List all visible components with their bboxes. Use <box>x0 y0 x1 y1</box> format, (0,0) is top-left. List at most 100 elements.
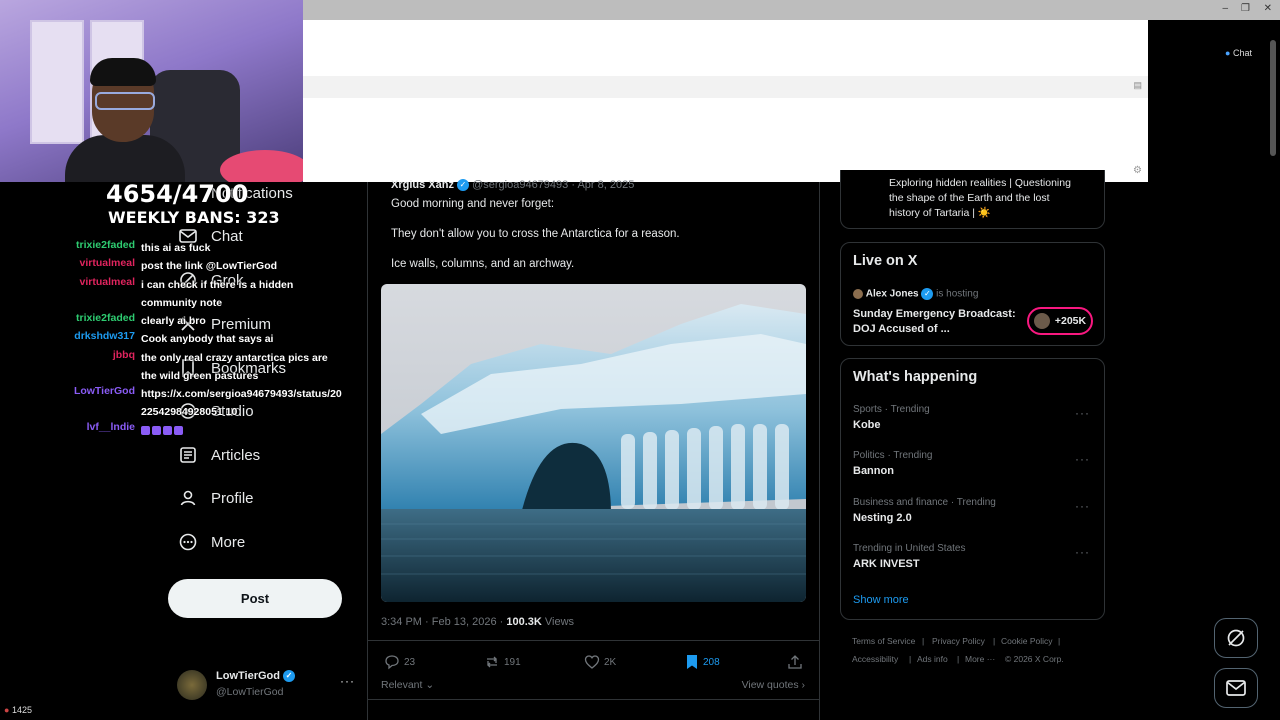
tweet-text-line: They don't allow you to cross the Antarc… <box>391 228 680 240</box>
live-host[interactable]: Alex Jones ✓ is hosting <box>853 288 978 300</box>
grok-fab-button[interactable] <box>1214 618 1258 658</box>
browser-popup-panel: ▤ ⚙ <box>303 20 1148 182</box>
divider <box>368 699 819 700</box>
sort-replies-dropdown[interactable]: Relevant ⌄ <box>381 679 434 691</box>
account-handle: @LowTierGod <box>216 686 284 698</box>
sort-label: Relevant <box>381 679 423 691</box>
bookmark-count: 208 <box>703 656 720 668</box>
stream-counter: 4654/4700 <box>106 180 249 208</box>
chevron-right-icon: › <box>798 679 805 691</box>
tweet-author-handle: @sergioa94679493 <box>472 179 569 191</box>
nav-profile-label: Profile <box>211 489 254 507</box>
trend-category: Sports · Trending <box>853 404 930 415</box>
nav-more-label: More <box>211 533 246 551</box>
footer-ads-link[interactable]: Ads info <box>917 654 948 664</box>
emote-icon <box>152 425 161 435</box>
reply-icon <box>385 655 399 670</box>
restore-icon[interactable]: ❐ <box>1241 3 1250 14</box>
trend-more-icon[interactable]: ··· <box>1075 452 1090 466</box>
views-count: 100.3K <box>506 616 542 628</box>
live-heading: Live on X <box>853 253 918 269</box>
quoted-author[interactable]: Xrgius Xanz ✓ @sergioa94679493 · Apr 8, … <box>391 179 634 192</box>
tweet-detail: Xrgius Xanz ✓ @sergioa94679493 · Apr 8, … <box>367 179 820 720</box>
live-listeners-pill[interactable]: +205K <box>1027 307 1093 335</box>
footer-more-link[interactable]: More ··· <box>965 654 995 664</box>
repost-count: 191 <box>504 656 521 668</box>
live-title[interactable]: Sunday Emergency Broadcast: DOJ Accused … <box>853 307 1018 337</box>
footer-accessibility-link[interactable]: Accessibility <box>852 654 898 664</box>
copilot-chat-button[interactable]: ● Chat <box>1225 48 1252 58</box>
nav-articles[interactable]: Articles <box>177 440 260 470</box>
trend-name[interactable]: Nesting 2.0 <box>853 512 912 524</box>
mail-icon <box>1226 680 1246 696</box>
trend-more-icon[interactable]: ··· <box>1075 545 1090 559</box>
like-button[interactable]: 2K <box>584 654 616 670</box>
account-more-icon[interactable]: ··· <box>340 674 355 688</box>
page-scrollbar[interactable] <box>1270 40 1276 156</box>
avatar <box>177 670 207 700</box>
chat-text: i can check if there is a hidden communi… <box>141 279 294 309</box>
view-quotes-link[interactable]: View quotes › <box>742 679 805 691</box>
nav-more[interactable]: More <box>177 527 245 557</box>
like-count: 2K <box>604 656 617 668</box>
listener-avatar <box>1033 313 1050 329</box>
close-icon[interactable]: ✕ <box>1264 3 1272 14</box>
tweet-media-image[interactable] <box>381 284 806 602</box>
live-hosting-label: is hosting <box>936 288 979 300</box>
whats-happening-panel: What's happening Sports · Trending Kobe … <box>840 358 1105 620</box>
chevron-down-icon: ⌄ <box>422 679 435 691</box>
trend-name[interactable]: Bannon <box>853 465 894 477</box>
post-button[interactable]: Post <box>168 579 342 618</box>
bookmark-filled-icon <box>687 655 697 669</box>
copilot-icon: ● <box>1225 48 1231 58</box>
messages-fab-button[interactable] <box>1214 668 1258 708</box>
reply-button[interactable]: 23 <box>384 654 415 670</box>
minimize-icon[interactable]: – <box>1222 3 1228 14</box>
account-switcher[interactable]: LowTierGod ✓ @LowTierGod ··· <box>177 668 367 704</box>
tweet-text-line: Good morning and never forget: <box>391 198 555 210</box>
settings-icon[interactable]: ⚙ <box>1133 165 1142 176</box>
streamer-hair <box>90 58 156 86</box>
chat-username: drkshdw317 <box>74 330 135 342</box>
heart-icon <box>584 655 600 669</box>
webcam-overlay <box>0 0 303 182</box>
repost-button[interactable]: 191 <box>484 654 521 670</box>
trend-name[interactable]: Kobe <box>853 419 881 431</box>
bookmark-button[interactable]: 208 <box>685 654 720 670</box>
chat-username: LowTierGod <box>73 385 135 397</box>
chat-emotes <box>141 421 346 439</box>
trend-category: Trending in United States <box>853 543 966 554</box>
viewer-icon: ● <box>4 705 10 715</box>
repost-icon <box>487 656 497 668</box>
nav-profile[interactable]: Profile <box>177 483 254 513</box>
share-button[interactable] <box>787 654 803 670</box>
views-label: Views <box>544 616 575 628</box>
copilot-chat-label: Chat <box>1232 48 1252 58</box>
trend-name[interactable]: ARK INVEST <box>853 558 920 570</box>
whats-happening-heading: What's happening <box>853 369 978 385</box>
trend-more-icon[interactable]: ··· <box>1075 499 1090 513</box>
viewer-count-value: 1425 <box>11 705 32 715</box>
chat-username: jbbq <box>112 349 135 361</box>
tweet-timestamp: 3:34 PM · Feb 13, 2026 · <box>381 616 504 628</box>
popup-band <box>303 76 1148 98</box>
glasses <box>95 92 155 110</box>
person-icon <box>177 487 199 509</box>
chat-text: post the link @LowTierGod <box>141 260 278 272</box>
listener-count: +205K <box>1054 315 1087 327</box>
footer-privacy-link[interactable]: Privacy Policy <box>932 636 985 646</box>
show-more-link[interactable]: Show more <box>853 594 909 606</box>
tweet-text-line: Ice walls, columns, and an archway. <box>391 258 575 270</box>
trend-more-icon[interactable]: ··· <box>1075 406 1090 420</box>
grok-icon <box>1227 629 1245 647</box>
live-host-name: Alex Jones <box>865 288 919 300</box>
live-on-x-panel: Live on X Alex Jones ✓ is hosting Sunday… <box>840 242 1105 346</box>
nav-articles-label: Articles <box>211 446 261 464</box>
panel-resize-icon[interactable]: ▤ <box>1133 80 1142 91</box>
article-icon <box>177 444 199 466</box>
share-icon <box>788 655 802 669</box>
account-name: LowTierGod <box>216 670 280 682</box>
footer-cookie-link[interactable]: Cookie Policy <box>1001 636 1053 646</box>
footer-terms-link[interactable]: Terms of Service <box>852 636 915 646</box>
viewer-count: ● 1425 <box>4 705 32 715</box>
